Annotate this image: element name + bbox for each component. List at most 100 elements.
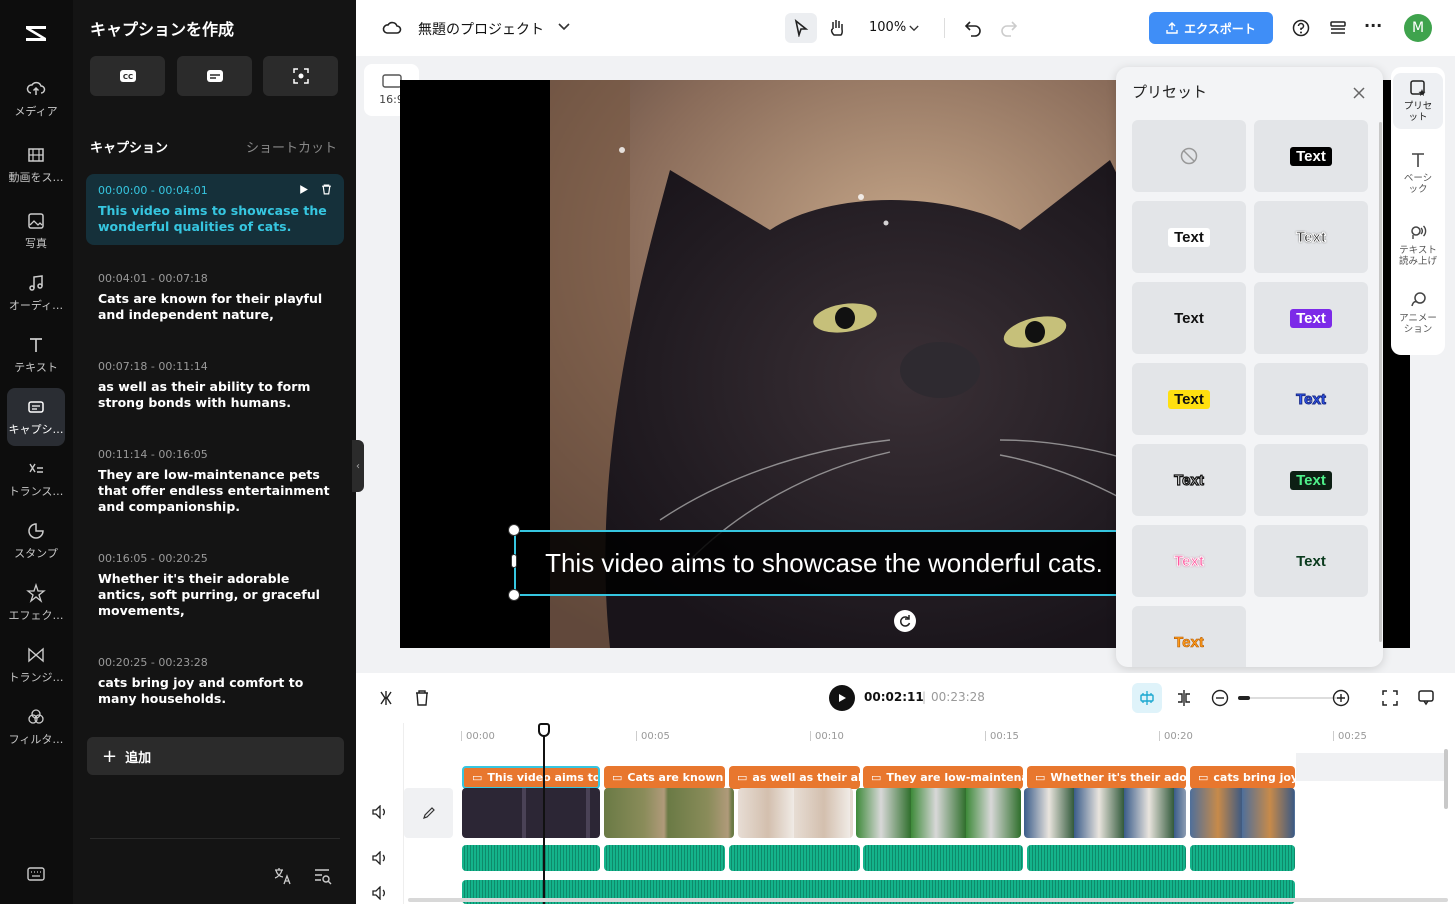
subtitle-textbox[interactable]: This video aims to showcase the wonderfu…	[514, 530, 1134, 596]
rotate-handle[interactable]	[894, 610, 916, 632]
tab-presets[interactable]: プリセット	[1393, 73, 1443, 129]
resize-handle[interactable]	[508, 589, 520, 601]
preset-tile[interactable]: Text	[1132, 282, 1246, 354]
preset-tile[interactable]: Text	[1254, 120, 1368, 192]
subtitle-text[interactable]: This video aims to showcase the wonderfu…	[545, 548, 1103, 578]
preset-tile[interactable]: Text	[1132, 525, 1246, 597]
rail-item-transition[interactable]: トランジ…	[7, 636, 65, 694]
cover-edit-button[interactable]	[404, 788, 453, 838]
audio-clip[interactable]	[863, 845, 1023, 871]
caption-item[interactable]: 00:04:01 - 00:07:18 Cats are known for t…	[86, 262, 344, 333]
preset-tile[interactable]: Text	[1254, 525, 1368, 597]
video-clip[interactable]	[1024, 788, 1186, 838]
video-clip[interactable]	[856, 788, 1021, 838]
delete-icon[interactable]	[414, 689, 430, 707]
keyboard-shortcuts-icon[interactable]	[26, 864, 46, 888]
tab-text-to-speech[interactable]: テキスト読み上げ	[1393, 223, 1443, 267]
preset-tile[interactable]: Text	[1132, 201, 1246, 273]
lyrics-caption-button[interactable]	[263, 56, 338, 96]
resize-handle[interactable]	[511, 554, 517, 568]
rail-item-captions[interactable]: キャプシ…	[7, 388, 65, 446]
playhead[interactable]	[543, 725, 545, 904]
timeline-h-scrollbar[interactable]	[408, 898, 1448, 902]
rail-item-media[interactable]: メディア	[7, 70, 65, 128]
playhead-handle[interactable]	[538, 723, 550, 737]
split-screen-icon[interactable]	[1175, 689, 1193, 707]
snap-toggle[interactable]	[1132, 683, 1162, 713]
volume-icon[interactable]	[372, 805, 388, 819]
rail-item-stock-video[interactable]: 動画をス…	[7, 136, 65, 194]
preset-tile[interactable]: Text	[1254, 201, 1368, 273]
caption-clip[interactable]: ▭ They are low-maintena	[863, 766, 1023, 789]
rail-item-sticker[interactable]: スタンプ	[7, 512, 65, 570]
caption-clip[interactable]: ▭ This video aims to	[462, 766, 600, 789]
audio-clip[interactable]	[604, 845, 725, 871]
translate-icon[interactable]	[273, 866, 293, 890]
rail-item-filter[interactable]: フィルタ…	[7, 698, 65, 756]
shortcut-link[interactable]: ショートカット	[246, 137, 337, 156]
caption-text[interactable]: as well as their ability to form strong …	[98, 379, 332, 411]
audio-clip[interactable]	[729, 845, 860, 871]
tab-basic[interactable]: ベーシック	[1393, 151, 1443, 195]
preset-tile[interactable]: Text	[1254, 363, 1368, 435]
zoom-in-icon[interactable]	[1332, 689, 1350, 707]
layers-icon[interactable]	[1329, 19, 1347, 37]
caption-text[interactable]: Whether it's their adorable antics, soft…	[98, 571, 332, 619]
auto-caption-button[interactable]: CC	[90, 56, 165, 96]
collapse-panel-handle[interactable]: ‹	[352, 440, 364, 492]
preset-none[interactable]	[1132, 120, 1246, 192]
help-icon[interactable]	[1292, 19, 1310, 37]
audio-clip[interactable]	[1027, 845, 1186, 871]
chevron-down-icon[interactable]	[909, 25, 919, 32]
cloud-sync-icon[interactable]	[382, 19, 402, 37]
caption-clip[interactable]: ▭ cats bring joy	[1190, 766, 1295, 789]
caption-text[interactable]: Cats are known for their playful and ind…	[98, 291, 332, 323]
caption-text[interactable]: This video aims to showcase the wonderfu…	[98, 203, 332, 235]
preset-tile[interactable]: Text	[1132, 606, 1246, 667]
user-avatar[interactable]: M	[1404, 14, 1432, 42]
tab-animation[interactable]: アニメーション	[1393, 291, 1443, 335]
rail-item-text[interactable]: テキスト	[7, 326, 65, 384]
presets-scrollbar[interactable]	[1379, 122, 1382, 642]
caption-text[interactable]: They are low-maintenance pets that offer…	[98, 467, 332, 515]
caption-clip[interactable]: ▭ Whether it's their adora	[1027, 766, 1186, 789]
more-icon[interactable]: ···	[1364, 16, 1382, 35]
caption-item[interactable]: 00:00:00 - 00:04:01 This video aims to s…	[86, 174, 344, 245]
volume-icon[interactable]	[372, 886, 388, 900]
preset-tile[interactable]: Text	[1254, 444, 1368, 516]
manual-caption-button[interactable]	[177, 56, 252, 96]
fullscreen-icon[interactable]	[1381, 689, 1399, 707]
video-clip[interactable]	[462, 788, 600, 838]
zoom-level[interactable]: 100%	[869, 20, 906, 35]
resize-handle[interactable]	[508, 524, 520, 536]
zoom-slider-thumb[interactable]	[1238, 696, 1250, 700]
export-button[interactable]: エクスポート	[1149, 12, 1273, 44]
comment-icon[interactable]	[1417, 689, 1435, 707]
audio-clip[interactable]	[1190, 845, 1295, 871]
caption-item[interactable]: 00:20:25 - 00:23:28 cats bring joy and c…	[86, 646, 344, 717]
chevron-down-icon[interactable]	[558, 23, 570, 31]
timeline[interactable]: 00:00 00:05 00:10 00:15 00:20 00:25 ▭ Thi…	[356, 723, 1455, 904]
rail-item-photo[interactable]: 写真	[7, 202, 65, 260]
project-name[interactable]: 無題のプロジェクト	[418, 19, 544, 39]
play-button[interactable]	[829, 685, 855, 711]
undo-icon[interactable]	[964, 19, 982, 37]
caption-item[interactable]: 00:07:18 - 00:11:14 as well as their abi…	[86, 350, 344, 421]
caption-clip[interactable]: ▭ as well as their ab	[729, 766, 860, 789]
caption-clip[interactable]: ▭ Cats are known	[604, 766, 725, 789]
redo-icon[interactable]	[1000, 19, 1018, 37]
close-icon[interactable]	[1352, 86, 1366, 100]
video-clip[interactable]	[1190, 788, 1295, 838]
zoom-out-icon[interactable]	[1211, 689, 1229, 707]
rail-item-transcript[interactable]: トランス…	[7, 450, 65, 508]
caption-item[interactable]: 00:11:14 - 00:16:05 They are low-mainten…	[86, 438, 344, 525]
preset-tile[interactable]: Text	[1254, 282, 1368, 354]
play-icon[interactable]	[298, 184, 309, 195]
video-clip[interactable]	[604, 788, 734, 838]
preset-tile[interactable]: Text	[1132, 363, 1246, 435]
caption-text[interactable]: cats bring joy and comfort to many house…	[98, 675, 332, 707]
video-clip[interactable]	[738, 788, 853, 838]
trash-icon[interactable]	[321, 184, 332, 195]
add-caption-button[interactable]: + 追加	[87, 737, 344, 775]
preset-tile[interactable]: Text	[1132, 444, 1246, 516]
